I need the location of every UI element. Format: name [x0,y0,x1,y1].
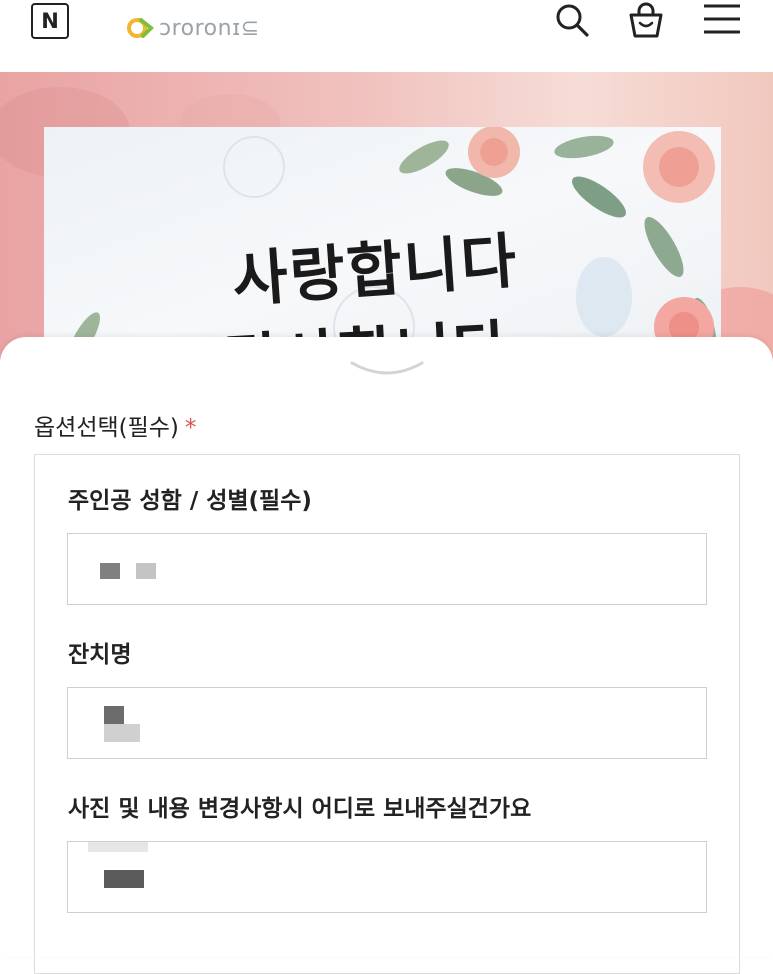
contact-for-changes-input[interactable] [67,841,707,913]
brand-logo[interactable]: ɔroronɪ⊆ [127,14,260,42]
shopping-bag-icon [629,2,663,38]
option-bottom-sheet: 옵션선택(필수) * 주인공 성함 / 성별(필수) 잔치명 사진 및 내용 변경… [0,337,773,974]
redacted-text [100,563,120,579]
field-label-event-name: 잔치명 [68,642,132,668]
product-hero-banner: 사랑합니다 감사합니다 [0,72,773,362]
cart-button[interactable] [626,0,666,40]
name-gender-input[interactable] [67,533,707,605]
collapse-chevron-icon[interactable] [350,357,424,381]
top-header: N ɔroronɪ⊆ [0,0,773,72]
redacted-text [104,724,140,742]
redacted-text [88,842,148,852]
redacted-text [104,870,144,888]
menu-icon [704,4,740,34]
redacted-text [136,563,156,579]
hero-image-card: 사랑합니다 감사합니다 [44,127,721,362]
option-form-box: 주인공 성함 / 성별(필수) 잔치명 사진 및 내용 변경사항시 어디로 보내… [34,454,740,974]
event-name-input[interactable] [67,687,707,759]
logo-mark-icon [127,18,154,38]
search-icon [556,4,589,37]
option-title-text: 옵션선택(필수) [34,415,179,441]
redacted-text [104,706,124,724]
required-mark: * [184,415,197,441]
field-label-contact-for-changes: 사진 및 내용 변경사항시 어디로 보내주실건가요 [68,796,532,822]
menu-button[interactable] [702,0,742,40]
search-button[interactable] [552,0,592,40]
field-label-name-gender: 주인공 성함 / 성별(필수) [68,488,312,514]
option-select-title: 옵션선택(필수) * [34,408,196,442]
n-pay-badge[interactable]: N [31,3,69,39]
logo-text: ɔroronɪ⊆ [159,15,260,41]
